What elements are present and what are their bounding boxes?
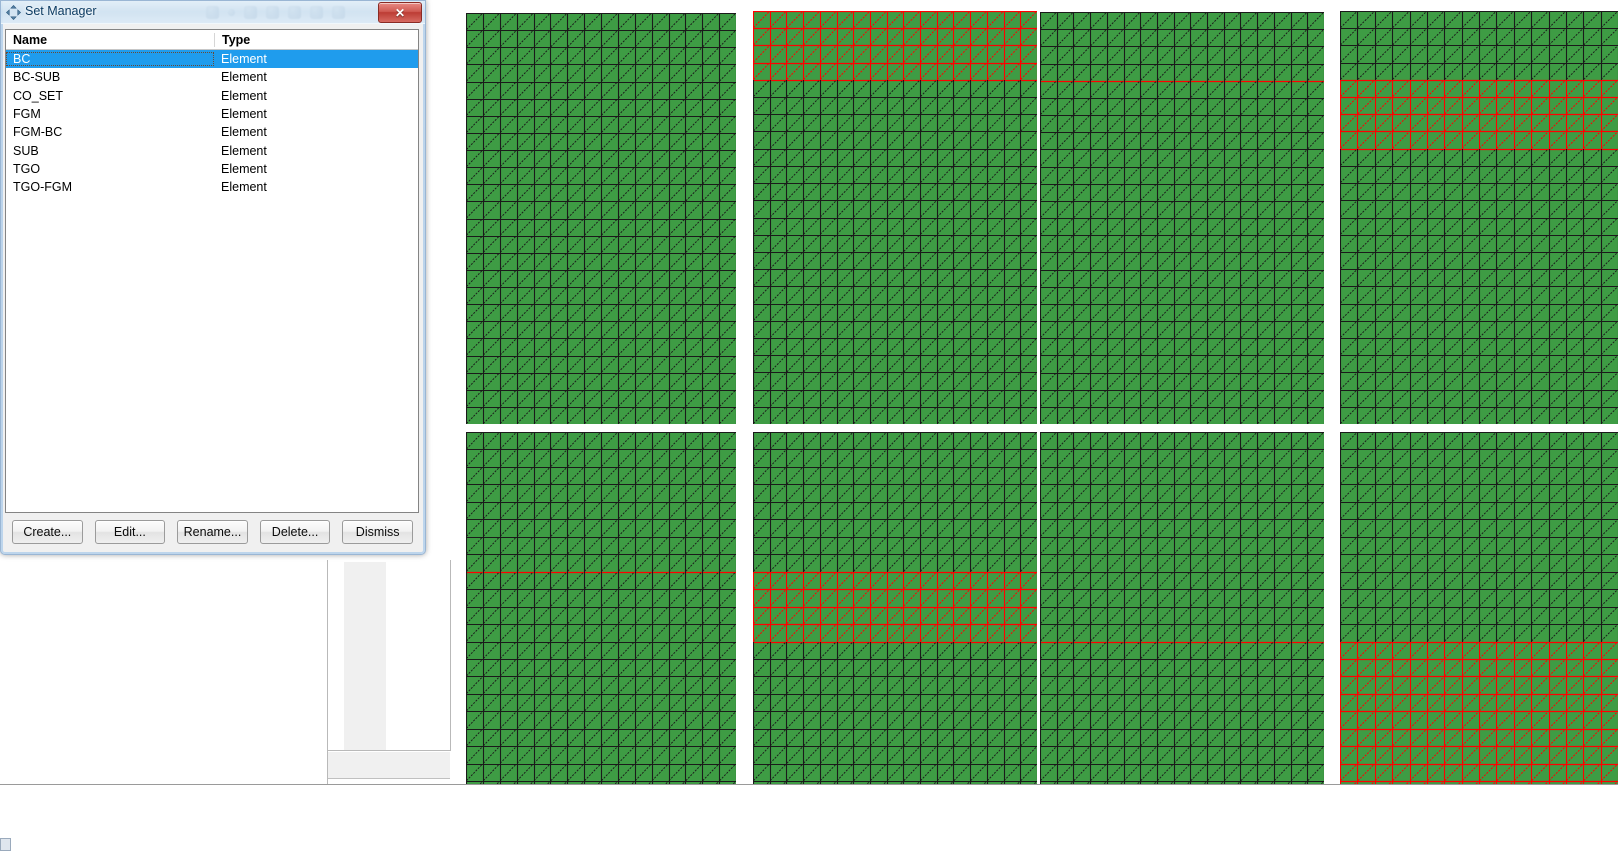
mesh-panel-3[interactable] (1040, 12, 1324, 424)
table-row[interactable]: TGO-FGM Element (6, 178, 418, 196)
create-button[interactable]: Create... (12, 520, 83, 544)
column-header-name[interactable]: Name (6, 33, 214, 47)
set-list-body: BC Element BC-SUB Element CO_SET Element FGM El… (6, 50, 418, 196)
close-icon[interactable]: ✕ (378, 2, 422, 23)
set-name-cell: TGO-FGM (13, 180, 73, 195)
ghost-icon-3 (244, 5, 257, 19)
set-type-cell: Element (221, 143, 267, 158)
set-name-cell: FGM-BC (13, 125, 63, 140)
set-type-cell: Element (221, 70, 267, 85)
move-resize-icon (5, 4, 22, 21)
model-tree-panel (0, 560, 328, 787)
set-name-cell: BC (6, 52, 214, 67)
model-tree-scrollbar[interactable] (344, 562, 386, 750)
application-root: The set 'FGM' has been created (275 elem… (0, 0, 1618, 851)
set-type-cell: Element (221, 52, 267, 67)
mesh-panel-1[interactable] (466, 13, 736, 424)
table-row[interactable]: SUB Element (6, 141, 418, 159)
column-header-type[interactable]: Type (214, 32, 418, 47)
mesh-panel-4[interactable] (1340, 11, 1618, 424)
ghost-icon-4 (266, 5, 279, 19)
table-row[interactable]: TGO Element (6, 160, 418, 178)
table-row[interactable]: BC-SUB Element (6, 68, 418, 86)
set-name-cell: CO_SET (13, 88, 64, 103)
set-list-header: Name Type (6, 30, 418, 50)
ghost-icon-7 (332, 5, 345, 19)
table-row[interactable]: FGM Element (6, 105, 418, 123)
set-type-cell: Element (221, 161, 267, 176)
ghost-icon-5 (288, 5, 301, 19)
mesh-panel-2[interactable] (753, 11, 1037, 424)
set-name-cell: FGM (13, 107, 41, 122)
dialog-title: Set Manager (25, 4, 97, 18)
set-type-cell: Element (221, 107, 267, 122)
ghost-icon-1 (206, 5, 219, 19)
delete-button[interactable]: Delete... (259, 520, 331, 544)
set-name-cell: SUB (13, 143, 39, 158)
edit-button[interactable]: Edit... (94, 520, 166, 544)
table-row[interactable]: CO_SET Element (6, 87, 418, 105)
message-log-scrollbar[interactable] (0, 838, 11, 851)
set-list[interactable]: Name Type BC Element BC-SUB Element CO_SET El… (5, 29, 419, 513)
dialog-titlebar[interactable]: Set Manager ✕ (1, 1, 425, 24)
rename-button[interactable]: Rename... (177, 520, 248, 544)
table-row[interactable]: BC Element (6, 50, 418, 69)
set-type-cell: Element (221, 180, 267, 195)
ghost-icon-2 (228, 8, 235, 16)
message-log-area: The set 'FGM' has been created (275 elem… (0, 784, 1618, 851)
set-name-cell: TGO (13, 161, 41, 176)
set-type-cell: Element (221, 88, 267, 103)
table-row[interactable]: FGM-BC Element (6, 123, 418, 141)
background-toolbar-ghost-icons (206, 2, 366, 22)
set-name-cell: BC-SUB (13, 70, 61, 85)
set-type-cell: Element (221, 125, 267, 140)
model-tree-footer-strip (328, 752, 450, 779)
ghost-icon-6 (310, 5, 323, 19)
dismiss-button[interactable]: Dismiss (342, 520, 413, 544)
set-manager-dialog: Set Manager ✕ Name Type BC Element BC-SUB E… (0, 0, 426, 555)
dialog-button-row: Create... Edit... Rename... Delete... Dismis… (1, 520, 425, 548)
